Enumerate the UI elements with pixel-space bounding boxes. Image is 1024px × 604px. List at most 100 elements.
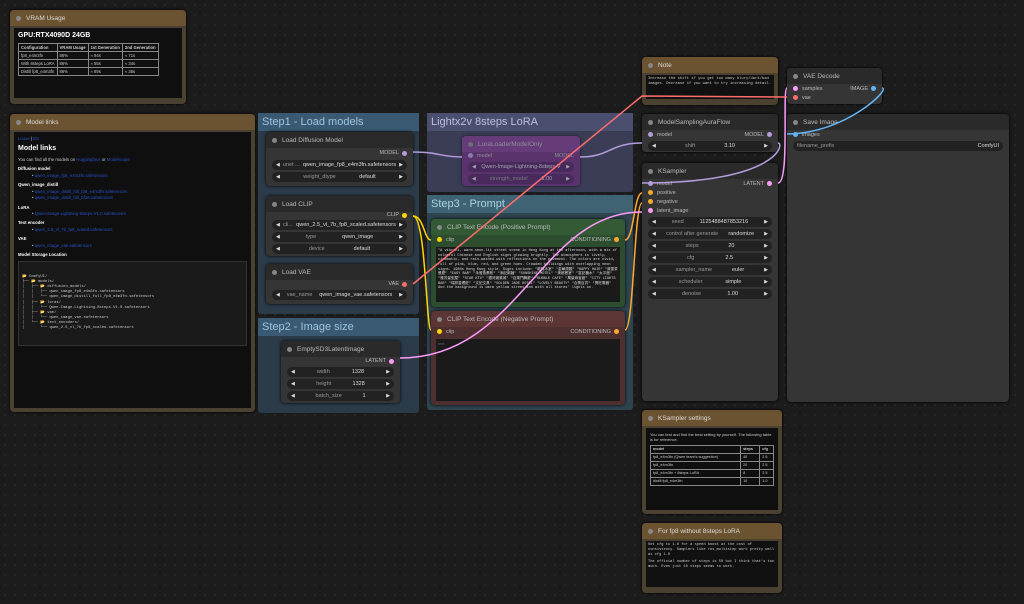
collapse-dot-icon[interactable] xyxy=(16,119,21,125)
width-input[interactable]: ◀ width 1328 ▶ xyxy=(287,367,394,377)
negative-prompt-text[interactable]: text xyxy=(436,339,620,401)
table-row: fp8_e4m3fn + 8steps LoRA 8 2.5 xyxy=(649,469,774,479)
load-diffusion-node[interactable]: Load Diffusion Model MODEL ◀ unet ... qwen… xyxy=(266,132,413,186)
group-step3-title: Step3 - Prompt xyxy=(427,195,633,213)
table-row: distill fp8_e4m3fn 10 1.0 xyxy=(649,477,774,486)
shift-input[interactable]: ◀ shift 3.10 ▶ xyxy=(648,141,772,151)
table-row: With 8steps LoRA 86% ≈ 55s ≈ 34s xyxy=(18,59,159,68)
node-title: VAE Decode xyxy=(803,72,840,80)
lora-strength-input[interactable]: ◀ strength_model 1.00 ▶ xyxy=(468,174,574,184)
node-title: Load CLIP xyxy=(282,200,313,208)
link-model[interactable]: qwen_image_distill_full_fp8_e4m3fn.safet… xyxy=(35,189,128,194)
cfg-input[interactable]: ◀ cfg 2.5 ▶ xyxy=(648,253,772,263)
collapse-dot-icon[interactable] xyxy=(793,119,798,125)
collapse-dot-icon[interactable] xyxy=(648,528,653,534)
collapse-dot-icon[interactable] xyxy=(272,201,277,207)
fp8-note-text[interactable]: Set cfg to 1.0 for a speed boost at the … xyxy=(646,541,778,587)
note-node[interactable]: Note Increase the shift if you get too m… xyxy=(642,57,778,105)
node-title: VRAM Usage xyxy=(26,14,66,22)
clip-device-select[interactable]: ◀ device default ▶ xyxy=(272,244,407,254)
lora-name-select[interactable]: ◀ Qwen-Image-Lightning-8steps-V ▶ xyxy=(468,162,574,172)
load-vae-node[interactable]: Load VAE VAE ◀ vae_name qwen_image_vae.saf… xyxy=(266,264,413,304)
positive-prompt-text[interactable]: "A vibrant, warm neon-lit street scene i… xyxy=(436,247,620,302)
ks-settings-content: You can test and find the best setting b… xyxy=(646,428,778,510)
gpu-label: GPU:RTX4090D 24GB xyxy=(18,32,91,39)
note-text[interactable]: Increase the shift if you get too many b… xyxy=(646,75,774,99)
node-title: Load VAE xyxy=(282,268,311,276)
vram-usage-node[interactable]: VRAM Usage GPU:RTX4090D 24GB Configurati… xyxy=(10,10,186,104)
height-input[interactable]: ◀ height 1328 ▶ xyxy=(287,379,394,389)
scheduler-select[interactable]: ◀ scheduler simple ▶ xyxy=(648,277,772,287)
collapse-dot-icon[interactable] xyxy=(437,316,442,322)
filename-prefix-input[interactable]: filename_prefix ComfyUI xyxy=(793,141,1003,151)
save-image-node[interactable]: Save Image images filename_prefix ComfyUI xyxy=(787,114,1009,402)
link-model[interactable]: qwen_image_distill_full_bf16.safetensors xyxy=(35,195,113,200)
positive-prompt-node[interactable]: CLIP Text Encode (Positive Prompt) clip C… xyxy=(431,219,625,307)
sampler-name-select[interactable]: ◀ sampler_name euler ▶ xyxy=(648,265,772,275)
node-title: KSampler xyxy=(658,167,687,175)
steps-input[interactable]: ◀ steps 20 ▶ xyxy=(648,241,772,251)
node-title: For fp8 without 8steps LoRA xyxy=(658,527,741,535)
node-title: Save Image xyxy=(803,118,838,126)
node-title: Note xyxy=(658,61,672,69)
negative-prompt-node[interactable]: CLIP Text Encode (Negative Prompt) clip C… xyxy=(431,311,625,405)
link-model[interactable]: Qwen-Image-Lightning-8steps-V1.0.safeten… xyxy=(35,211,126,216)
collapse-dot-icon[interactable] xyxy=(648,415,653,421)
link-bs[interactable]: BS xyxy=(33,136,39,141)
node-title: CLIP Text Encode (Positive Prompt) xyxy=(447,223,551,231)
collapse-dot-icon[interactable] xyxy=(648,62,653,68)
denoise-input[interactable]: ◀ denoise 1.00 ▶ xyxy=(648,289,772,299)
collapse-dot-icon[interactable] xyxy=(793,73,798,79)
link-model[interactable]: qwen_image_fp8_e4m3fn.safetensors xyxy=(35,173,108,178)
clip-type-select[interactable]: ◀ type qwen_image ▶ xyxy=(272,232,407,242)
table-row: fp8_e4m3fn 86% ≈ 94s ≈ 71s xyxy=(18,51,159,60)
collapse-dot-icon[interactable] xyxy=(272,137,277,143)
model-links-node[interactable]: Model links Loose | BS Model links You c… xyxy=(10,114,255,412)
lora-loader-node[interactable]: LoraLoaderModelOnly model MODEL ◀ Qwen-Ima… xyxy=(462,136,580,186)
unet-select[interactable]: ◀ unet ... qwen_image_fp8_e4m3fn.safetenso… xyxy=(272,160,407,170)
node-title: EmptySD3LatentImage xyxy=(297,345,365,353)
group-step2-title: Step2 - Image size xyxy=(258,318,419,336)
link-model[interactable]: qwen_image_vae.safetensors xyxy=(35,243,92,248)
control-after-generate-select[interactable]: ◀ control after generate randomize ▶ xyxy=(648,229,772,239)
links-content: Loose | BS Model links You can find all … xyxy=(14,132,251,408)
vae-name-select[interactable]: ◀ vae_name qwen_image_vae.safetensors ▶ xyxy=(272,290,407,300)
link-model[interactable]: qwen_2.5_vl_7b_fp8_scaled.safetensors xyxy=(35,227,113,232)
vram-content: GPU:RTX4090D 24GB Configuration VRAM Usag… xyxy=(14,28,182,98)
collapse-dot-icon[interactable] xyxy=(272,269,277,275)
table-row: fp8_e4m3fn (Qwen team's suggestion) 40 2.5 xyxy=(649,453,774,463)
group-step1-title: Step1 - Load models xyxy=(258,113,419,131)
table-row: fp8_e4m3fn 20 2.5 xyxy=(649,461,774,471)
node-title: KSampler settings xyxy=(658,414,711,422)
node-title: Model links xyxy=(26,118,59,126)
batch-size-input[interactable]: ◀ batch_size 1 ▶ xyxy=(287,391,394,401)
collapse-dot-icon[interactable] xyxy=(648,168,653,174)
ks-settings-table: model steps cfg fp8_e4m3fn (Qwen team's su… xyxy=(649,445,774,486)
link-loose[interactable]: Loose xyxy=(18,136,30,141)
storage-tree: 📂 ComfyUI/├── 📂 models/│ ├── 📂 diffusion… xyxy=(18,260,247,346)
clip-name-select[interactable]: ◀ cli... qwen_2.5_vl_7b_fp8_scaled.safeten… xyxy=(272,220,407,230)
ksampler-node[interactable]: KSampler model LATENT positive negative l… xyxy=(642,163,778,401)
link-modelscope[interactable]: Modelscope xyxy=(107,157,130,162)
vram-table: Configuration VRAM Usage 1st Generation 2nd… xyxy=(18,43,159,76)
empty-latent-node[interactable]: EmptySD3LatentImage LATENT ◀ width 1328 ▶ ◀… xyxy=(281,341,400,403)
collapse-dot-icon[interactable] xyxy=(437,224,442,230)
fp8-note-node[interactable]: For fp8 without 8steps LoRA Set cfg to 1… xyxy=(642,523,782,593)
seed-input[interactable]: ◀ seed 1125488487853216 ▶ xyxy=(648,217,772,227)
vae-decode-node[interactable]: VAE Decode samples IMAGE vae xyxy=(787,68,882,104)
collapse-dot-icon[interactable] xyxy=(287,346,292,352)
ksampler-settings-node[interactable]: KSampler settings You can test and find … xyxy=(642,410,782,514)
links-heading: Model links xyxy=(18,145,57,153)
node-title: CLIP Text Encode (Negative Prompt) xyxy=(447,315,554,323)
model-sampling-node[interactable]: ModelSamplingAuraFlow model MODEL ◀ shift 3… xyxy=(642,114,778,152)
link-huggingface[interactable]: Huggingface xyxy=(76,157,100,162)
load-clip-node[interactable]: Load CLIP CLIP ◀ cli... qwen_2.5_vl_7b_fp8… xyxy=(266,196,413,256)
weight-dtype-select[interactable]: ◀ weight_dtype default ▶ xyxy=(272,172,407,182)
table-row: Distill fp8_e4m3fn 86% ≈ 69s ≈ 36s xyxy=(18,67,159,76)
node-title: Load Diffusion Model xyxy=(282,136,343,144)
collapse-dot-icon[interactable] xyxy=(648,119,653,125)
group-lightx-title: Lightx2v 8steps LoRA xyxy=(427,113,633,131)
collapse-dot-icon[interactable] xyxy=(468,141,473,147)
collapse-dot-icon[interactable] xyxy=(16,15,21,21)
node-title: LoraLoaderModelOnly xyxy=(478,140,543,148)
